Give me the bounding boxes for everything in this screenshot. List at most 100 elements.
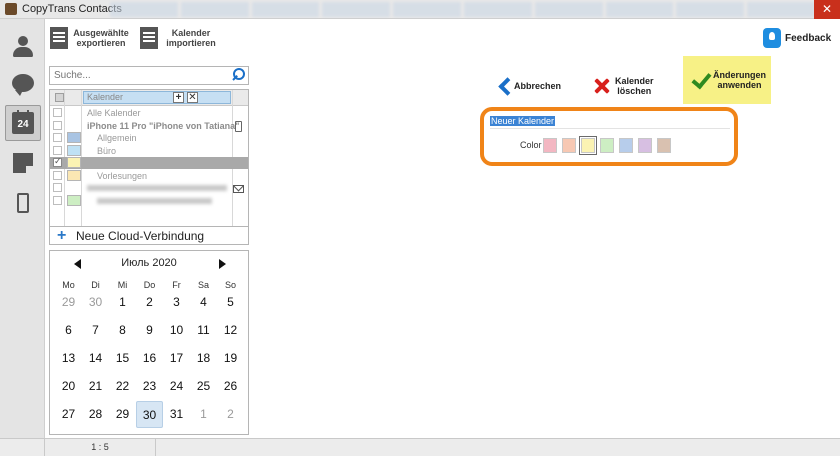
color-swatch[interactable] (657, 138, 671, 153)
export-selected-button[interactable]: Ausgewählte exportieren (50, 27, 130, 49)
calendar-day-cell[interactable]: 31 (163, 401, 190, 428)
calendar-row-checkbox[interactable] (53, 108, 62, 117)
calendar-editor-highlight: Neuer Kalender Color (480, 107, 738, 166)
calendar-day-cell[interactable]: 4 (190, 289, 217, 316)
calendar-day-cell[interactable]: 6 (55, 317, 82, 344)
delete-calendar-button[interactable]: Kalender löschen (594, 76, 654, 96)
title-bar: CopyTrans Contacts ✕ (0, 0, 840, 19)
feedback-button[interactable]: Feedback (763, 28, 831, 48)
calendar-list-row[interactable] (50, 182, 248, 194)
calendar-day-cell[interactable]: 28 (82, 401, 109, 428)
calendar-day-cell[interactable]: 20 (55, 373, 82, 400)
calendar-day-cell[interactable]: 30 (82, 289, 109, 316)
calendar-row-checkbox[interactable] (53, 145, 62, 155)
calendar-day-cell[interactable]: 30 (136, 401, 163, 428)
calendar-column-header[interactable]: Kalender (83, 91, 231, 104)
calendar-day-cell[interactable]: 10 (163, 317, 190, 344)
calendar-day-cell[interactable]: 21 (82, 373, 109, 400)
devices-nav-button[interactable] (5, 185, 41, 221)
calendar-row-checkbox[interactable] (53, 170, 62, 180)
calendar-color-swatch (67, 132, 81, 143)
calendar-day-cell[interactable]: 8 (109, 317, 136, 344)
calendar-list-header: Kalender + ✕ (50, 90, 248, 106)
calendar-row-name: Vorlesungen (97, 170, 148, 181)
calendar-day-cell[interactable]: 17 (163, 345, 190, 372)
status-ratio: 1 : 5 (44, 439, 156, 456)
calendar-day-cell[interactable]: 24 (163, 373, 190, 400)
calendar-row-checkbox[interactable] (53, 120, 62, 130)
window-close-button[interactable]: ✕ (814, 0, 840, 19)
calendar-list-row[interactable]: Vorlesungen (50, 169, 248, 182)
calendar-day-cell[interactable]: 1 (190, 401, 217, 428)
color-swatch[interactable] (619, 138, 633, 153)
calendar-row-name: Alle Kalender (87, 108, 141, 118)
remove-calendar-button[interactable]: ✕ (187, 92, 198, 103)
next-month-arrow-icon[interactable] (219, 259, 226, 269)
cancel-button[interactable]: Abbrechen (497, 77, 561, 95)
calendar-list-row[interactable]: iPhone 11 Pro "iPhone von Tatiana" (50, 120, 248, 132)
calendar-list-row[interactable]: Allgemein (50, 132, 248, 144)
calendar-day-cell[interactable]: 25 (190, 373, 217, 400)
blurred-taskbar-strip (110, 2, 815, 17)
calendar-day-cell[interactable]: 22 (109, 373, 136, 400)
new-cloud-connection-label: Neue Cloud-Verbindung (76, 229, 205, 243)
export-label: Ausgewählte exportieren (73, 28, 129, 48)
chat-bubble-icon (12, 74, 34, 96)
calendar-day-cell[interactable]: 2 (136, 289, 163, 316)
calendar-day-cell[interactable]: 12 (217, 317, 244, 344)
import-calendar-button[interactable]: Kalender importieren (140, 27, 220, 49)
calendar-icon: 24 (12, 110, 34, 134)
calendar-day-cell[interactable]: 9 (136, 317, 163, 344)
calendar-color-swatch (67, 194, 81, 206)
calendar-day-cell[interactable]: 7 (82, 317, 109, 344)
calendar-day-cell[interactable]: 23 (136, 373, 163, 400)
window-title: CopyTrans Contacts (22, 3, 122, 15)
phone-device-icon (235, 120, 242, 132)
calendar-day-cell[interactable]: 29 (55, 289, 82, 316)
search-input[interactable] (50, 67, 225, 84)
calendar-list-row[interactable] (50, 156, 248, 169)
back-arrow-icon (497, 77, 509, 95)
mail-icon (233, 185, 244, 193)
calendar-day-cell[interactable]: 3 (163, 289, 190, 316)
calendar-list-row[interactable] (50, 194, 248, 207)
calendar-name-field[interactable]: Neuer Kalender (490, 116, 730, 129)
add-calendar-button[interactable]: + (173, 92, 184, 103)
color-swatch[interactable] (638, 138, 652, 153)
contacts-nav-button[interactable] (5, 29, 41, 65)
color-swatch[interactable] (579, 136, 597, 155)
calendar-day-cell[interactable]: 5 (217, 289, 244, 316)
new-cloud-connection-button[interactable]: + Neue Cloud-Verbindung (49, 226, 249, 245)
calendar-row-name: Allgemein (97, 133, 137, 143)
select-all-checkbox[interactable] (55, 93, 64, 102)
calendar-day-cell[interactable]: 26 (217, 373, 244, 400)
color-swatch[interactable] (562, 138, 576, 153)
calendar-day-cell[interactable]: 14 (82, 345, 109, 372)
redacted-account-text (87, 185, 227, 191)
calendar-day-cell[interactable]: 1 (109, 289, 136, 316)
calendar-day-cell[interactable]: 2 (217, 401, 244, 428)
calendar-row-checkbox[interactable] (53, 156, 62, 167)
calendar-day-cell[interactable]: 16 (136, 345, 163, 372)
notes-nav-button[interactable] (5, 145, 41, 181)
import-icon (140, 27, 158, 49)
calendar-nav-button[interactable]: 24 (5, 105, 41, 141)
calendar-row-checkbox[interactable] (53, 195, 62, 205)
apply-changes-button[interactable]: Änderungen anwenden (683, 56, 771, 104)
color-swatch[interactable] (543, 138, 557, 153)
calendar-row-checkbox[interactable] (53, 183, 62, 192)
calendar-day-cell[interactable]: 11 (190, 317, 217, 344)
calendar-day-cell[interactable]: 29 (109, 401, 136, 428)
search-icon[interactable] (232, 68, 245, 81)
calendar-day-cell[interactable]: 19 (217, 345, 244, 372)
calendar-day-cell[interactable]: 18 (190, 345, 217, 372)
messages-nav-button[interactable] (5, 65, 41, 101)
color-swatch[interactable] (600, 138, 614, 153)
calendar-list-row[interactable]: Büro (50, 144, 248, 157)
calendar-day-cell[interactable]: 13 (55, 345, 82, 372)
calendar-day-cell[interactable]: 27 (55, 401, 82, 428)
calendar-list-row[interactable]: Alle Kalender (50, 107, 248, 119)
left-navigation-rail: 24 (0, 19, 45, 439)
calendar-day-cell[interactable]: 15 (109, 345, 136, 372)
calendar-row-checkbox[interactable] (53, 133, 62, 142)
